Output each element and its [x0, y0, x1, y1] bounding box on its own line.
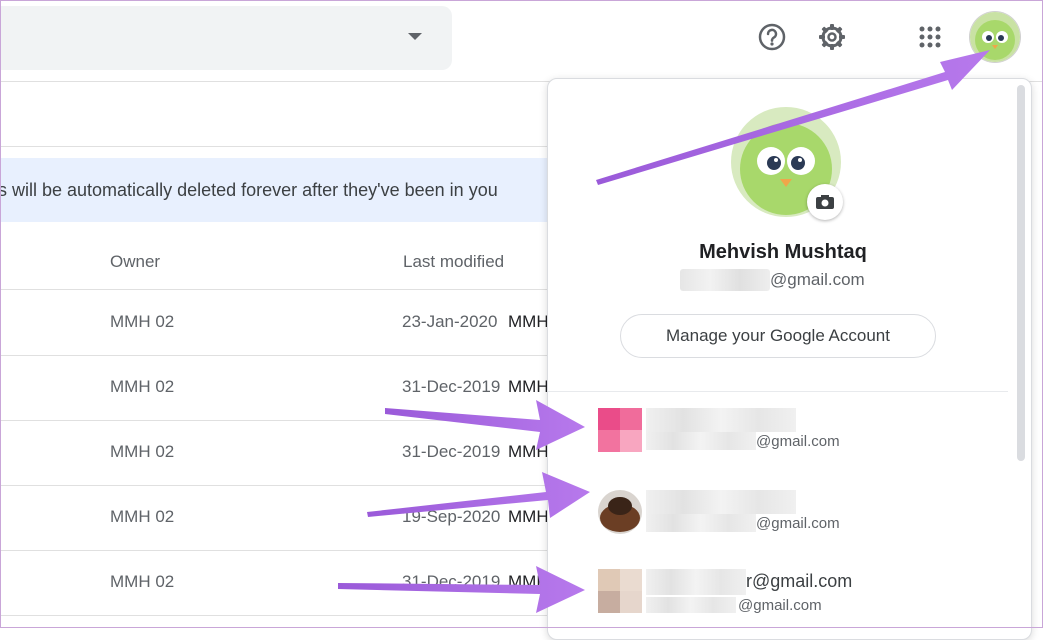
account-avatar-button[interactable]	[970, 12, 1020, 62]
table-row[interactable]: MMH 02 31-Dec-2019 MMH	[0, 420, 560, 486]
redacted-account-name	[646, 569, 746, 595]
row-date: 19-Sep-2020	[402, 507, 501, 526]
column-header-owner[interactable]: Owner	[110, 252, 160, 272]
account-switcher-panel: Mehvish Mushtaq @gmail.com Manage your G…	[547, 78, 1032, 640]
redacted-email-part	[646, 597, 736, 613]
row-modified-by: MMH	[508, 442, 549, 461]
gear-icon[interactable]	[815, 20, 849, 54]
row-owner: MMH 02	[110, 507, 175, 526]
redacted-account-name	[646, 408, 796, 432]
search-bar[interactable]	[0, 6, 452, 70]
row-date: 31-Dec-2019	[402, 442, 501, 461]
account-email: @gmail.com	[756, 433, 840, 450]
profile-name: Mehvish Mushtaq	[699, 241, 867, 263]
trash-info-banner: s will be automatically deleted forever …	[0, 158, 560, 222]
redacted-email-part	[646, 432, 756, 450]
redacted-email-part	[680, 269, 770, 291]
profile-email: @gmail.com	[680, 269, 865, 291]
panel-scrollbar[interactable]	[1017, 85, 1025, 461]
manage-account-button[interactable]: Manage your Google Account	[620, 314, 936, 358]
table-row[interactable]: MMH 02 23-Jan-2020 MMH	[0, 290, 560, 356]
row-owner: MMH 02	[110, 377, 175, 396]
row-modified-by: MMH	[508, 572, 549, 591]
row-owner: MMH 02	[110, 572, 175, 591]
redacted-account-name	[646, 490, 796, 514]
panel-divider	[548, 391, 1008, 392]
account-email: @gmail.com	[756, 515, 840, 532]
apps-grid-icon[interactable]	[913, 20, 947, 54]
camera-icon	[816, 195, 834, 209]
row-modified-by: MMH	[508, 312, 549, 331]
row-modified-by: MMH	[508, 377, 549, 396]
help-circle-icon[interactable]	[755, 20, 789, 54]
row-date: 31-Dec-2019	[402, 572, 501, 591]
profile-email-suffix: @gmail.com	[770, 270, 865, 289]
account-item[interactable]: @gmail.com	[548, 484, 1018, 564]
account-item[interactable]: r@gmail.com @gmail.com	[548, 565, 1018, 639]
account-avatar	[598, 569, 642, 613]
row-owner: MMH 02	[110, 442, 175, 461]
table-row[interactable]: MMH 02 31-Dec-2019 MMH	[0, 355, 560, 421]
account-item[interactable]: @gmail.com	[548, 404, 1018, 484]
row-date: 31-Dec-2019	[402, 377, 501, 396]
account-email: @gmail.com	[738, 597, 822, 614]
column-header-last-modified[interactable]: Last modified	[403, 252, 504, 272]
banner-text: s will be automatically deleted forever …	[0, 180, 498, 200]
row-owner: MMH 02	[110, 312, 175, 331]
table-row[interactable]: MMH 02 19-Sep-2020 MMH	[0, 485, 560, 551]
caret-down-icon[interactable]	[408, 33, 422, 40]
row-modified-by: MMH	[508, 507, 549, 526]
account-avatar	[598, 490, 642, 534]
account-avatar	[598, 408, 642, 452]
change-photo-button[interactable]	[807, 184, 843, 220]
row-date: 23-Jan-2020	[402, 312, 498, 331]
toolbar-divider	[0, 146, 560, 147]
table-row[interactable]: MMH 02 31-Dec-2019 MMH	[0, 550, 560, 616]
redacted-email-part	[646, 514, 756, 532]
account-email-primary: r@gmail.com	[746, 571, 853, 591]
